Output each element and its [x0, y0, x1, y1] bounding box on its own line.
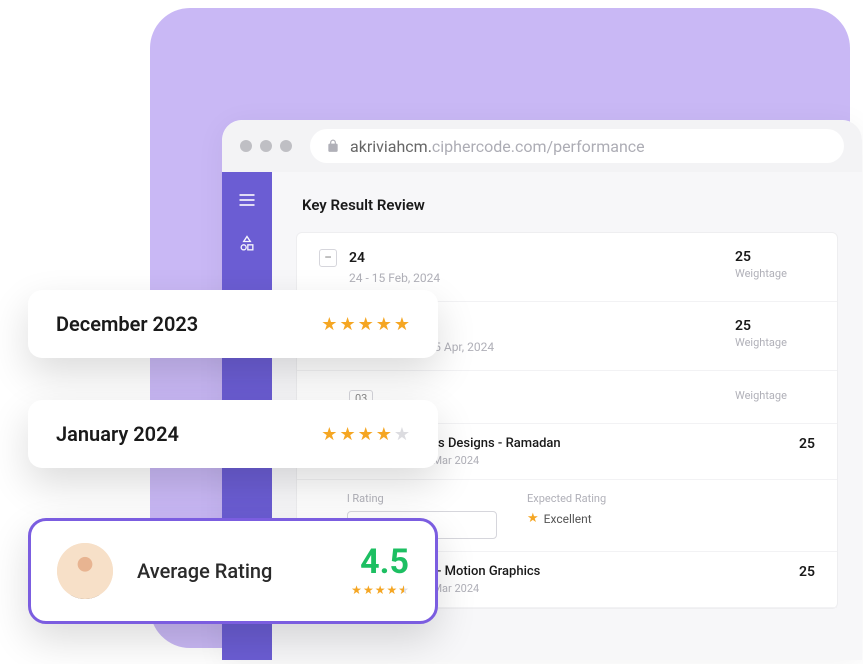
star-icon: ★: [351, 583, 362, 597]
page-title: Key Result Review: [302, 196, 838, 214]
self-rating-label: l Rating: [347, 492, 497, 505]
star-icon: ★: [358, 314, 374, 335]
month-rating-card: January 2024 ★ ★ ★ ★ ★: [28, 400, 438, 468]
browser-toolbar: akriviahcm.ciphercode.com/performance: [222, 120, 862, 172]
address-bar[interactable]: akriviahcm.ciphercode.com/performance: [310, 129, 844, 163]
star-icon: ★: [358, 424, 374, 445]
star-icon: ★: [376, 424, 392, 445]
weight-label: Weightage: [735, 336, 815, 349]
mini-star-rating: ★ ★ ★ ★ ★: [351, 583, 409, 597]
weight-value: 25: [735, 249, 815, 265]
average-rating-card: Average Rating 4.5 ★ ★ ★ ★ ★: [28, 518, 438, 624]
shapes-icon[interactable]: [237, 234, 257, 254]
star-icon: ★: [386, 583, 397, 597]
average-label: Average Rating: [137, 559, 272, 583]
star-icon: ★: [394, 424, 410, 445]
star-icon: ★: [339, 314, 355, 335]
maximize-dot[interactable]: [280, 140, 292, 152]
kr-title: 24: [349, 250, 365, 266]
month-rating-card: December 2023 ★ ★ ★ ★ ★: [28, 290, 438, 358]
star-icon: ★: [321, 424, 337, 445]
minimize-dot[interactable]: [260, 140, 272, 152]
close-dot[interactable]: [240, 140, 252, 152]
star-icon: ★: [398, 583, 409, 597]
lock-icon: [326, 139, 340, 153]
expected-rating-label: Expected Rating: [527, 492, 606, 505]
url-text: akriviahcm.ciphercode.com/performance: [350, 137, 645, 156]
star-icon: ★: [339, 424, 355, 445]
star-rating: ★ ★ ★ ★ ★: [321, 424, 410, 445]
star-icon: ★: [376, 314, 392, 335]
hamburger-icon[interactable]: [237, 190, 257, 210]
traffic-lights: [240, 140, 292, 152]
average-value: 4.5: [351, 545, 409, 579]
month-label: January 2024: [56, 422, 179, 446]
weight-value: 25: [799, 436, 815, 452]
month-label: December 2023: [56, 312, 198, 336]
star-icon: ★: [375, 583, 386, 597]
star-icon: ★: [363, 583, 374, 597]
expected-rating-value: ★ Excellent: [527, 511, 606, 526]
star-rating: ★ ★ ★ ★ ★: [321, 314, 410, 335]
star-icon: ★: [321, 314, 337, 335]
weight-value: 25: [735, 318, 815, 334]
kr-dates: 24 - 15 Feb, 2024: [349, 271, 735, 285]
weight-value: 25: [799, 564, 815, 580]
weight-label: Weightage: [735, 389, 815, 402]
avatar: [57, 543, 113, 599]
star-icon: ★: [527, 511, 539, 526]
weight-label: Weightage: [735, 267, 815, 280]
collapse-toggle[interactable]: −: [319, 249, 337, 267]
star-icon: ★: [394, 314, 410, 335]
